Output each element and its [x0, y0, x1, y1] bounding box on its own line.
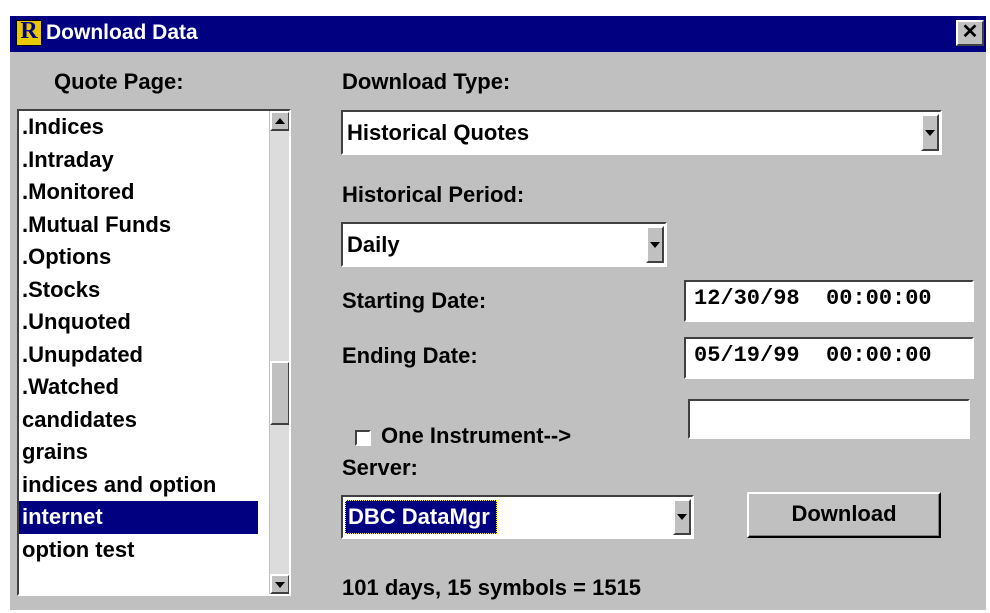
one-instrument-label: One Instrument--> — [381, 423, 572, 448]
quote-page-list[interactable]: .Indices .Intraday .Monitored .Mutual Funds… — [17, 109, 291, 596]
historical-period-value: Daily — [347, 231, 400, 257]
quote-page-item[interactable]: .Indices — [19, 111, 258, 144]
quote-page-item[interactable]: .Mutual Funds — [19, 209, 258, 242]
historical-period-label: Historical Period: — [342, 182, 525, 207]
download-button[interactable]: Download — [747, 492, 941, 538]
historical-period-select[interactable]: Daily — [341, 222, 667, 267]
download-type-select[interactable]: Historical Quotes — [341, 110, 942, 155]
download-type-label: Download Type: — [342, 69, 511, 94]
status-text: 101 days, 15 symbols = 1515 — [342, 575, 642, 600]
download-type-dropdown-button[interactable] — [921, 114, 939, 151]
quote-page-item[interactable]: .Stocks — [19, 274, 258, 307]
server-value: DBC DataMgr — [345, 500, 497, 534]
quote-page-item[interactable]: .Options — [19, 241, 258, 274]
quote-page-item[interactable]: internet — [19, 501, 258, 534]
scroll-up-button[interactable] — [270, 111, 289, 131]
quote-page-item[interactable]: option test — [19, 534, 258, 567]
download-data-dialog: R Download Data ✕ Quote Page: .Indices .I… — [10, 16, 986, 610]
window-title: Download Data — [46, 21, 198, 44]
quote-page-item[interactable]: candidates — [19, 404, 258, 437]
quote-page-item[interactable]: .Unupdated — [19, 339, 258, 372]
starting-date-input[interactable]: 12/30/98 00:00:00 — [684, 280, 974, 322]
chevron-down-icon — [677, 514, 687, 520]
quote-page-item[interactable]: .Monitored — [19, 176, 258, 209]
arrow-up-icon — [275, 118, 285, 124]
starting-date-label: Starting Date: — [342, 288, 487, 313]
historical-period-dropdown-button[interactable] — [646, 226, 664, 263]
close-button[interactable]: ✕ — [956, 20, 984, 46]
quote-page-item[interactable]: .Watched — [19, 371, 258, 404]
download-type-value: Historical Quotes — [347, 119, 530, 145]
scroll-thumb[interactable] — [270, 361, 289, 425]
quote-page-items: .Indices .Intraday .Monitored .Mutual Funds… — [19, 111, 289, 566]
quote-page-item[interactable]: .Intraday — [19, 144, 258, 177]
server-select[interactable]: DBC DataMgr — [341, 495, 694, 539]
server-dropdown-button[interactable] — [673, 499, 691, 535]
quote-page-scrollbar[interactable] — [269, 111, 289, 594]
app-icon[interactable]: R — [16, 18, 42, 46]
quote-page-item[interactable]: grains — [19, 436, 258, 469]
ending-date-label: Ending Date: — [342, 343, 478, 368]
one-instrument-input[interactable] — [688, 399, 970, 439]
title-bar[interactable]: R Download Data ✕ — [10, 16, 986, 52]
close-icon: ✕ — [961, 21, 979, 43]
quote-page-item[interactable]: .Unquoted — [19, 306, 258, 339]
quote-page-label: Quote Page: — [54, 69, 184, 94]
chevron-down-icon — [925, 129, 935, 136]
one-instrument-checkbox[interactable] — [355, 430, 371, 446]
server-label: Server: — [342, 455, 418, 480]
ending-date-input[interactable]: 05/19/99 00:00:00 — [684, 337, 974, 379]
quote-page-item[interactable]: indices and option — [19, 469, 258, 502]
chevron-down-icon — [650, 241, 660, 248]
scroll-down-button[interactable] — [270, 574, 289, 594]
arrow-down-icon — [275, 582, 285, 588]
